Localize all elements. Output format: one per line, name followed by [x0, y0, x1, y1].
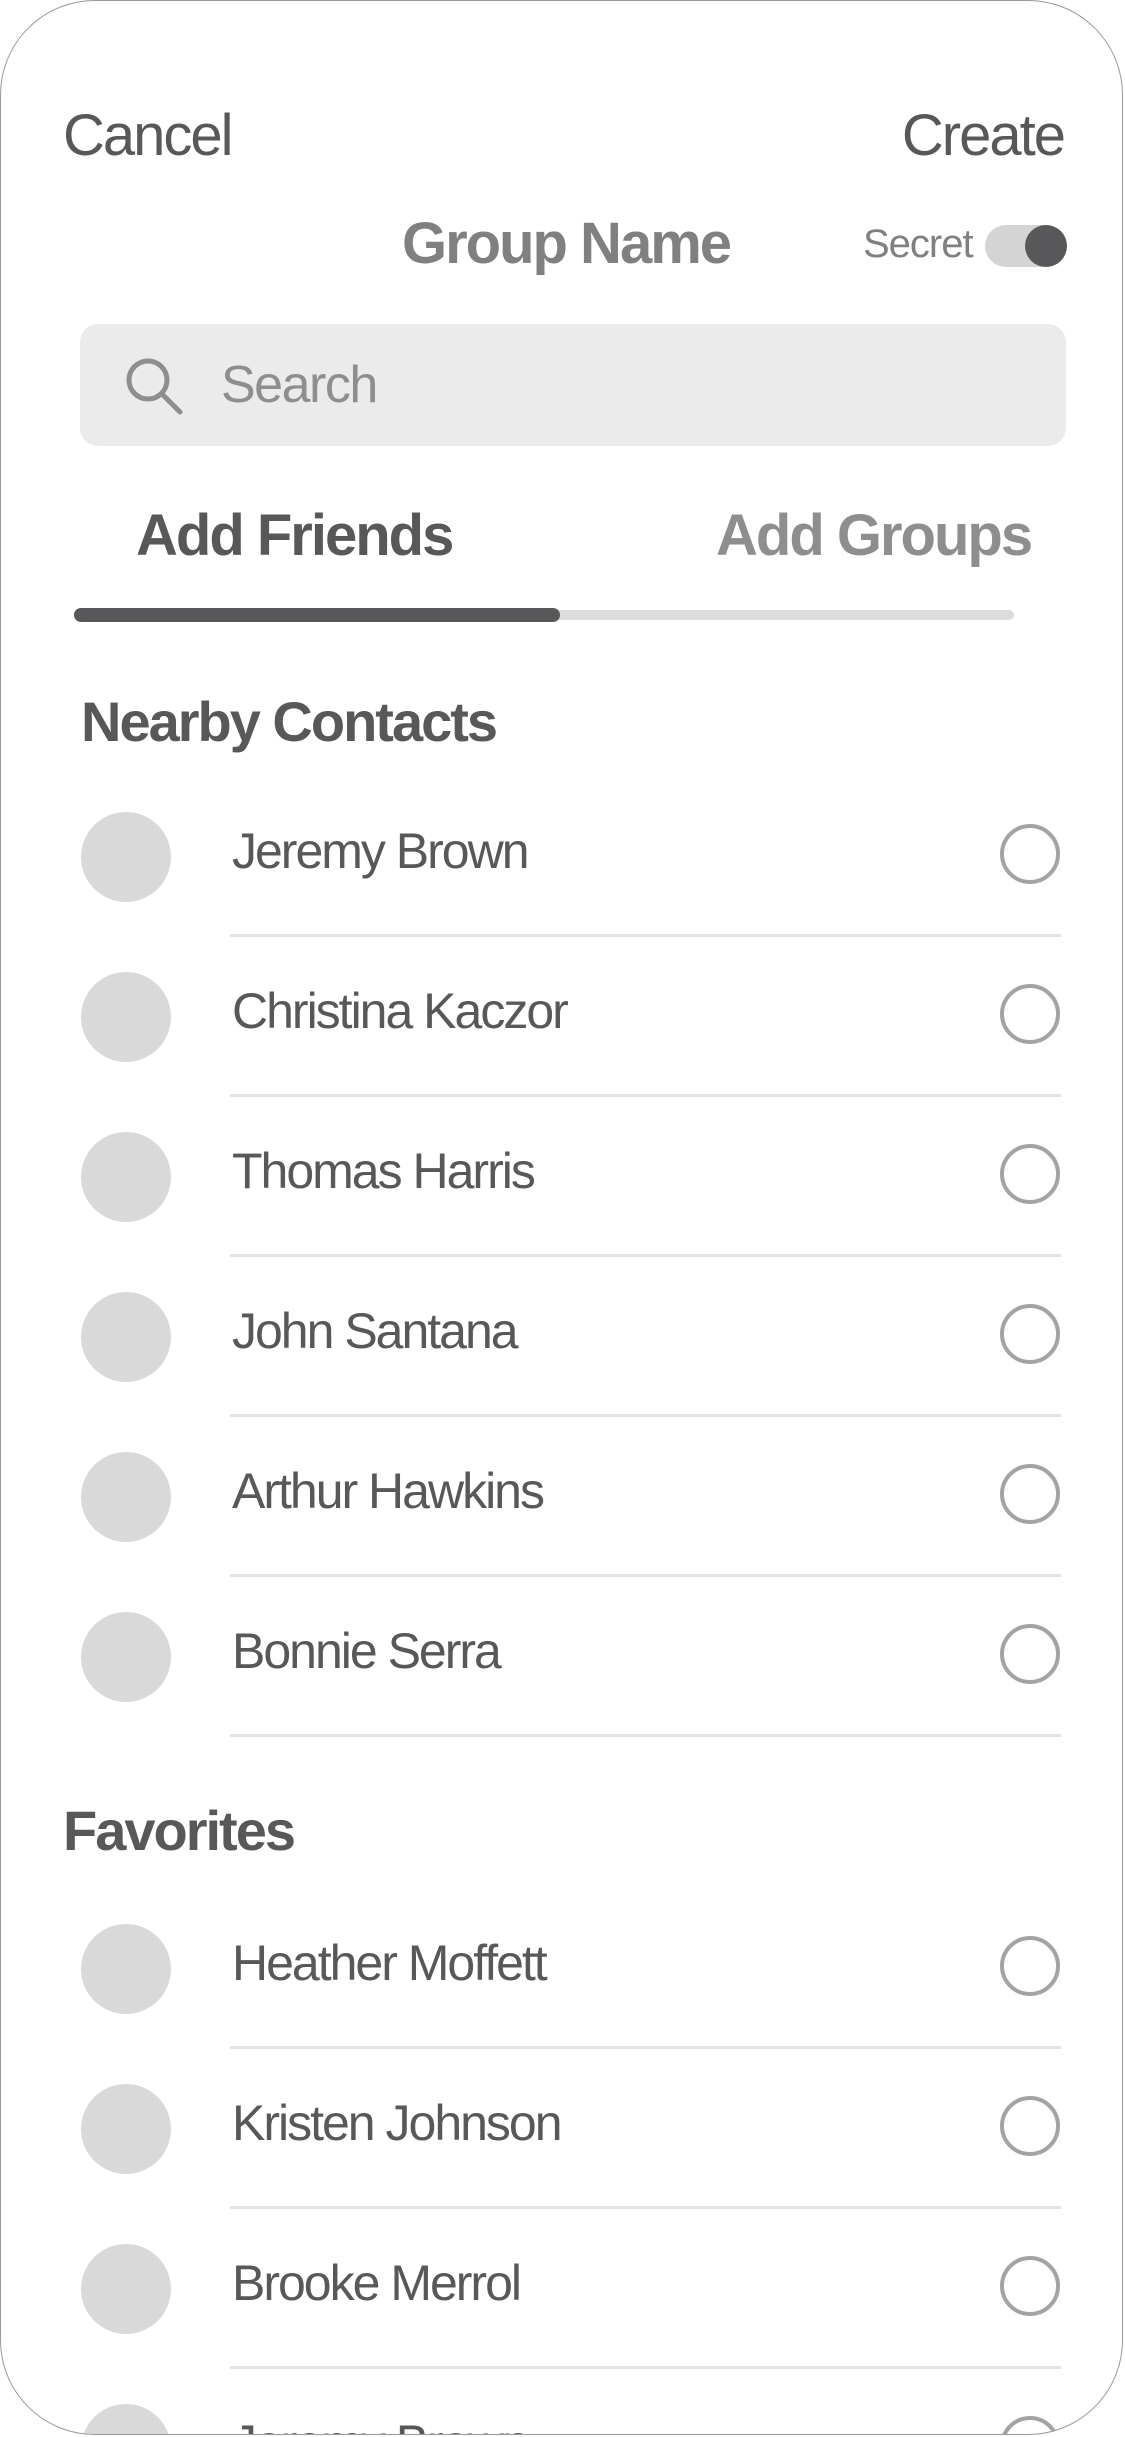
select-radio[interactable] — [1000, 1936, 1060, 1996]
select-radio[interactable] — [1000, 1304, 1060, 1364]
list-item[interactable]: Jeremy Brown — [1, 2369, 1122, 2434]
create-button[interactable]: Create — [902, 101, 1066, 171]
select-radio[interactable] — [1000, 2096, 1060, 2156]
search-icon — [126, 358, 183, 415]
phone-screen: Cancel Create Group Name Secret Search A… — [0, 0, 1123, 2435]
section-title-nearby: Nearby Contacts — [81, 690, 498, 753]
select-radio[interactable] — [1000, 984, 1060, 1044]
list-item[interactable]: John Santana — [1, 1257, 1122, 1417]
avatar — [81, 2244, 171, 2334]
tab-add-groups[interactable]: Add Groups — [716, 501, 1033, 571]
list-item[interactable]: Jeremy Brown — [1, 777, 1122, 937]
divider — [230, 1734, 1061, 1737]
tab-indicator — [74, 608, 560, 622]
avatar — [81, 1132, 171, 1222]
cancel-button[interactable]: Cancel — [63, 101, 234, 171]
avatar — [81, 2404, 171, 2434]
section-title-favorites: Favorites — [63, 1799, 296, 1862]
select-radio[interactable] — [1000, 1464, 1060, 1524]
list-item[interactable]: Brooke Merrol — [1, 2209, 1122, 2369]
select-radio[interactable] — [1000, 1624, 1060, 1684]
contact-name: Heather Moffett — [232, 1935, 548, 1991]
secret-toggle[interactable] — [985, 225, 1067, 267]
list-item[interactable]: Christina Kaczor — [1, 937, 1122, 1097]
avatar — [81, 1452, 171, 1542]
contact-name: Jeremy Brown — [232, 2413, 530, 2434]
contact-name: Bonnie Serra — [232, 1623, 502, 1679]
search-placeholder: Search — [221, 356, 378, 414]
contact-name: Thomas Harris — [232, 1143, 536, 1199]
avatar — [81, 812, 171, 902]
list-item[interactable]: Heather Moffett — [1, 1889, 1122, 2049]
search-input[interactable]: Search — [80, 324, 1066, 446]
contact-name: Arthur Hawkins — [232, 1463, 545, 1519]
avatar — [81, 2084, 171, 2174]
tab-add-friends[interactable]: Add Friends — [136, 501, 454, 571]
toggle-knob — [1025, 225, 1067, 267]
avatar — [81, 1292, 171, 1382]
contact-name: John Santana — [232, 1303, 519, 1359]
avatar — [81, 1924, 171, 2014]
contact-name: Jeremy Brown — [232, 823, 530, 879]
avatar — [81, 972, 171, 1062]
contact-name: Kristen Johnson — [232, 2095, 563, 2151]
contact-name: Christina Kaczor — [232, 983, 569, 1039]
secret-label: Secret — [863, 222, 974, 266]
list-item[interactable]: Thomas Harris — [1, 1097, 1122, 1257]
list-item[interactable]: Bonnie Serra — [1, 1577, 1122, 1737]
select-radio[interactable] — [1000, 2416, 1060, 2434]
select-radio[interactable] — [1000, 2256, 1060, 2316]
list-item[interactable]: Kristen Johnson — [1, 2049, 1122, 2209]
contact-name: Brooke Merrol — [232, 2255, 522, 2311]
select-radio[interactable] — [1000, 824, 1060, 884]
list-item[interactable]: Arthur Hawkins — [1, 1417, 1122, 1577]
avatar — [81, 1612, 171, 1702]
select-radio[interactable] — [1000, 1144, 1060, 1204]
